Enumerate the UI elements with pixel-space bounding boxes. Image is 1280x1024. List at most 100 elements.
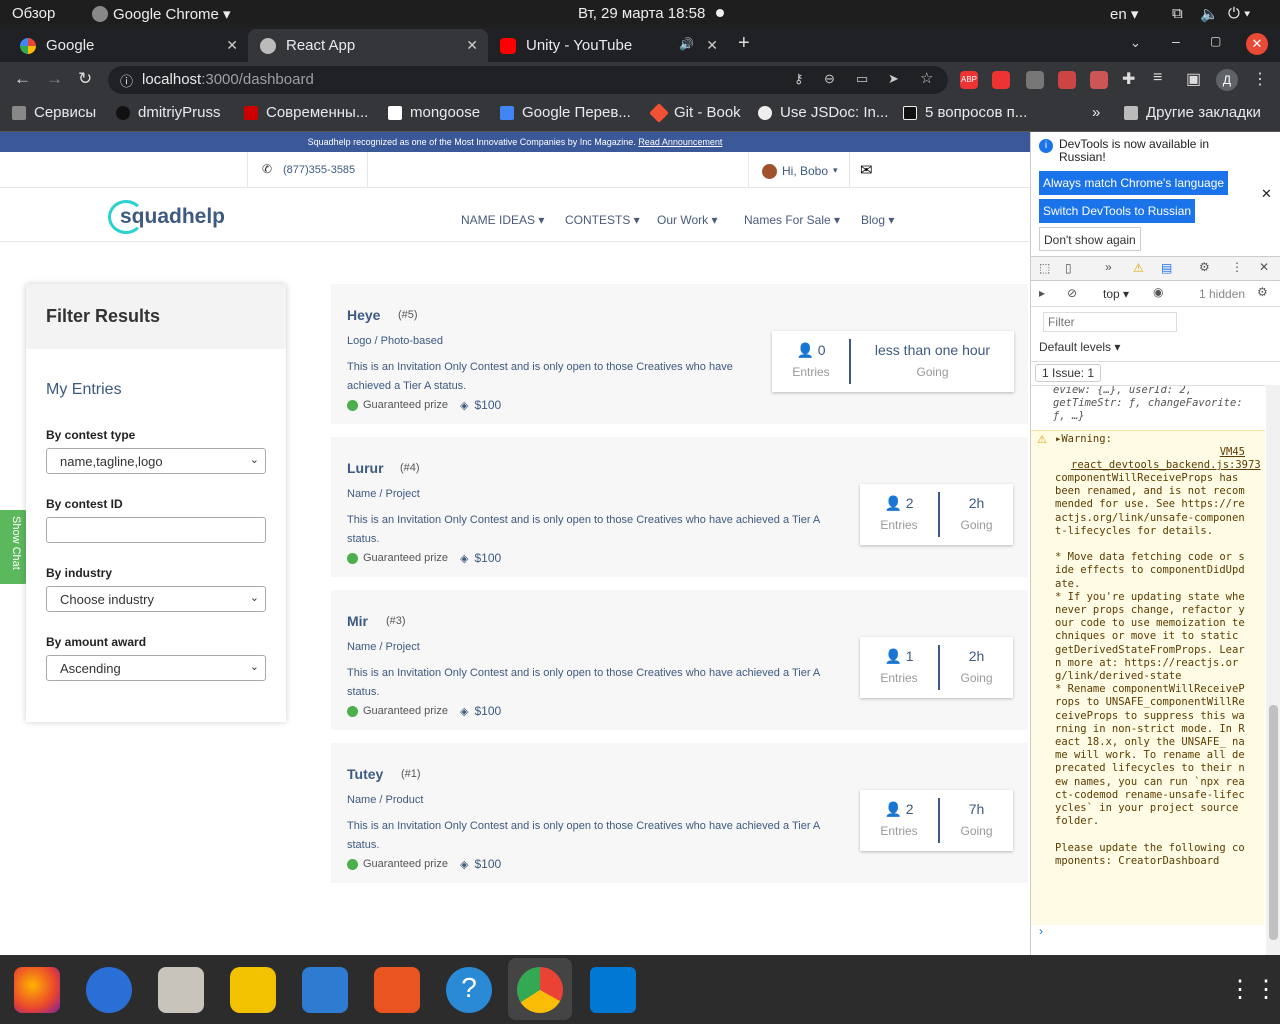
console-filter-input[interactable] — [1043, 312, 1177, 332]
files-icon[interactable] — [158, 967, 204, 1013]
info-icon[interactable]: ⓘ — [120, 71, 133, 90]
bookmark-item[interactable]: 5 вопросов п... — [903, 104, 1027, 121]
maximize-icon[interactable]: ▢ — [1210, 34, 1221, 48]
device-icon[interactable]: ▯ — [1065, 261, 1072, 275]
show-chat-button[interactable]: Show Chat — [0, 510, 28, 584]
writer-icon[interactable] — [302, 967, 348, 1013]
thunderbird-icon[interactable] — [86, 967, 132, 1013]
close-icon[interactable]: ✕ — [1261, 186, 1272, 202]
clock[interactable]: Вт, 29 марта 18:58 — [578, 5, 705, 22]
rhythmbox-icon[interactable] — [230, 967, 276, 1013]
extension-icon[interactable] — [1090, 71, 1108, 89]
tab-react-app[interactable]: React App ✕ — [248, 29, 488, 62]
bookmark-item[interactable]: mongoose — [388, 104, 480, 121]
firefox-icon[interactable] — [14, 967, 60, 1013]
network-icon[interactable]: ⧉ — [1172, 5, 1183, 22]
chrome-icon[interactable] — [517, 967, 563, 1013]
back-icon[interactable]: ← — [14, 69, 31, 89]
puzzle-icon[interactable]: ✚ — [1122, 69, 1135, 89]
source-link[interactable]: VM45 react_devtools_backend.js:3973 — [1071, 446, 1261, 472]
tab-unity-youtube[interactable]: Unity - YouTube 🔊 ✕ — [488, 29, 728, 62]
context-select[interactable]: top ▾ — [1103, 287, 1129, 301]
forward-icon[interactable]: → — [46, 69, 63, 89]
industry-select[interactable]: Choose industry ⌄ — [46, 586, 266, 612]
kebab-icon[interactable]: ⋮ — [1231, 260, 1243, 274]
contest-card[interactable]: Lurur (#4) Name / Project This is an Inv… — [331, 437, 1028, 577]
scrollbar[interactable] — [1266, 385, 1280, 955]
mail-icon[interactable]: ✉ — [860, 161, 873, 179]
tab-search-icon[interactable]: ⌄ — [1130, 35, 1141, 51]
send-icon[interactable]: ➤ — [888, 71, 899, 87]
bookmark-item[interactable]: Современны... — [244, 104, 368, 121]
bookmark-item[interactable]: Use JSDoc: In... — [758, 104, 888, 121]
nav-blog[interactable]: Blog ▾ — [861, 213, 894, 227]
switch-russian-button[interactable]: Switch DevTools to Russian — [1039, 199, 1196, 223]
issues-button[interactable]: 1 Issue: 1 — [1035, 364, 1102, 382]
close-icon[interactable]: ✕ — [1259, 260, 1269, 274]
bookmark-item[interactable]: Сервисы — [12, 104, 96, 121]
software-icon[interactable] — [374, 967, 420, 1013]
log-levels-select[interactable]: Default levels ▾ — [1039, 340, 1120, 354]
match-language-button[interactable]: Always match Chrome's language — [1039, 171, 1229, 195]
minimize-icon[interactable]: – — [1172, 33, 1180, 49]
card-icon[interactable]: ▭ — [856, 71, 868, 87]
close-icon[interactable]: ✕ — [706, 37, 718, 54]
console-prompt-icon[interactable]: › — [1039, 924, 1043, 938]
key-icon[interactable]: ⚷ — [794, 71, 804, 87]
bookmark-item[interactable]: Git - Book — [649, 102, 741, 123]
clear-icon[interactable]: ⊘ — [1067, 286, 1077, 300]
eye-icon[interactable]: ◉ — [1153, 285, 1163, 299]
gear-icon[interactable]: ⚙ — [1257, 285, 1268, 299]
warning-icon[interactable]: ⚠ — [1133, 261, 1144, 275]
nav-our-work[interactable]: Our Work ▾ — [657, 213, 717, 227]
phone-block[interactable]: ✆ (877)355-3585 — [247, 152, 368, 188]
more-tabs-icon[interactable]: » — [1105, 260, 1112, 274]
menu-icon[interactable]: ⋮ — [1252, 69, 1268, 89]
power-icon[interactable]: ⏻ ▾ — [1228, 5, 1250, 22]
sidepanel-icon[interactable]: ▣ — [1186, 69, 1201, 89]
reload-icon[interactable]: ↻ — [78, 69, 92, 89]
adblock-icon[interactable]: ABP — [960, 71, 978, 89]
volume-icon[interactable]: 🔈 — [1200, 5, 1219, 23]
zoom-icon[interactable]: ⊖ — [824, 71, 835, 87]
message-icon[interactable]: ▤ — [1161, 261, 1172, 275]
contest-type-select[interactable]: name,tagline,logo ⌄ — [46, 448, 266, 474]
inspect-icon[interactable]: ⬚ — [1039, 261, 1050, 275]
nav-names-for-sale[interactable]: Names For Sale ▾ — [744, 213, 840, 227]
new-tab-button[interactable]: + — [738, 32, 750, 55]
extension-icon[interactable] — [1058, 71, 1076, 89]
activities-button[interactable]: Обзор — [12, 5, 55, 22]
scrollbar-thumb[interactable] — [1269, 705, 1278, 940]
media-icon[interactable]: ≡ — [1153, 69, 1162, 87]
more-bookmarks-icon[interactable]: » — [1092, 104, 1100, 121]
announcement-link[interactable]: Read Announcement — [638, 137, 722, 147]
logo[interactable]: squadhelp — [108, 200, 225, 236]
nav-contests[interactable]: CONTESTS ▾ — [565, 213, 640, 227]
bookmark-item[interactable]: Google Перев... — [500, 104, 631, 121]
star-icon[interactable]: ☆ — [920, 69, 933, 87]
my-entries-link[interactable]: My Entries — [46, 381, 122, 399]
avatar[interactable]: Д — [1216, 69, 1238, 91]
bookmark-item[interactable]: dmitriyPruss — [116, 104, 221, 121]
other-bookmarks[interactable]: Другие закладки — [1124, 104, 1261, 121]
app-grid-icon[interactable]: ⋮⋮⋮ — [1228, 975, 1280, 1004]
sidebar-toggle-icon[interactable]: ▸ — [1039, 286, 1045, 300]
audio-icon[interactable]: 🔊 — [679, 37, 694, 51]
extension-icon[interactable] — [992, 71, 1010, 89]
close-icon[interactable]: ✕ — [226, 37, 238, 54]
nav-name-ideas[interactable]: NAME IDEAS ▾ — [461, 213, 544, 227]
help-icon[interactable]: ? — [446, 967, 492, 1013]
close-window-button[interactable]: ✕ — [1246, 33, 1268, 55]
app-menu[interactable]: Google Chrome ▾ — [113, 5, 231, 23]
contest-id-input[interactable] — [46, 517, 266, 543]
language-indicator[interactable]: en ▾ — [1110, 5, 1138, 23]
close-icon[interactable]: ✕ — [466, 37, 478, 54]
contest-card[interactable]: Heye (#5) Logo / Photo-based This is an … — [331, 284, 1028, 424]
tab-google[interactable]: Google ✕ — [8, 29, 248, 62]
contest-card[interactable]: Tutey (#1) Name / Product This is an Inv… — [331, 743, 1028, 883]
dont-show-button[interactable]: Don't show again — [1039, 227, 1141, 251]
address-bar[interactable]: ⓘ localhost:3000/dashboard ⚷ ⊖ ▭ ➤ ☆ — [108, 66, 948, 94]
user-menu[interactable]: Hi, Bobo ▾ — [748, 152, 850, 188]
extension-icon[interactable] — [1026, 71, 1044, 89]
award-select[interactable]: Ascending ⌄ — [46, 655, 266, 681]
